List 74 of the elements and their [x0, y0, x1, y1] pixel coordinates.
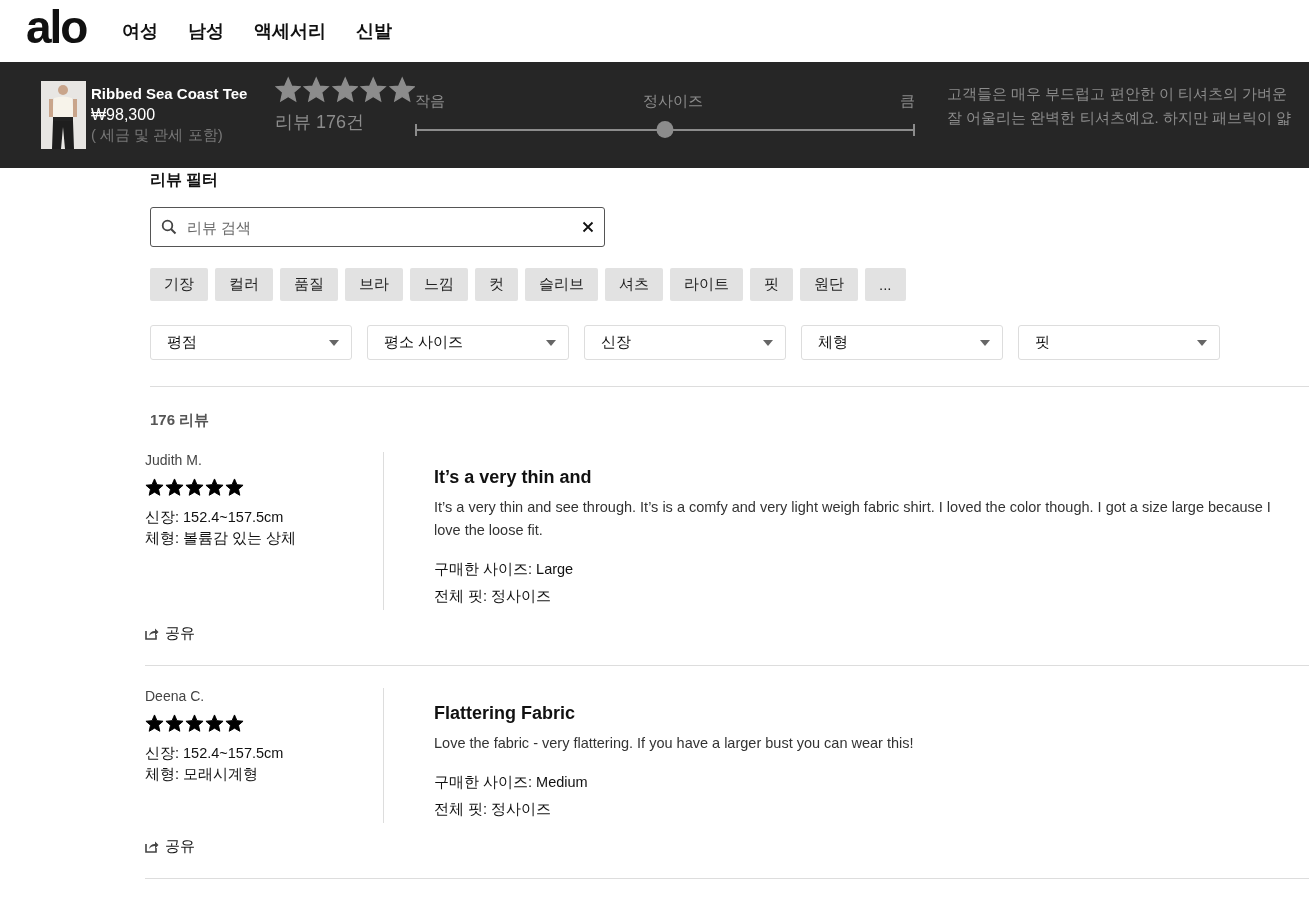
share-button[interactable]: 공유: [145, 624, 195, 643]
star-icon: [225, 714, 244, 733]
search-field[interactable]: 리뷰 검색: [150, 207, 605, 247]
filter-dropdown[interactable]: 평점: [150, 325, 352, 360]
filter-dropdown[interactable]: 신장: [584, 325, 786, 360]
nav-link[interactable]: 신발: [356, 19, 393, 43]
star-icon: [360, 76, 387, 104]
share-button[interactable]: 공유: [145, 837, 195, 856]
reviewer-name: Judith M.: [145, 452, 203, 468]
caret-icon: [546, 339, 556, 346]
reviewer-detail: 체형: 볼륨감 있는 상체: [145, 529, 298, 548]
star-icon: [185, 478, 204, 497]
star-icon: [225, 478, 244, 497]
filter-dropdown[interactable]: 체형: [801, 325, 1003, 360]
filter-heading: 리뷰 필터: [150, 170, 220, 190]
review-title: Flattering Fabric: [434, 703, 577, 724]
logo[interactable]: alo: [26, 4, 87, 50]
review-total: 176 리뷰: [150, 411, 211, 430]
star-icon: [205, 714, 224, 733]
reviewer-detail: 체형: 모래시계형: [145, 765, 260, 784]
filter-tag[interactable]: 느낌: [410, 268, 468, 301]
filter-tag[interactable]: 컬러: [215, 268, 273, 301]
filter-tag[interactable]: 기장: [150, 268, 208, 301]
filter-tag[interactable]: 품질: [280, 268, 338, 301]
summary-text: 고객들은 매우 부드럽고 편안한 이 티셔츠의 가벼운: [947, 84, 1288, 104]
star-icon: [205, 478, 224, 497]
star-icon: [275, 76, 302, 104]
caret-icon: [329, 339, 339, 346]
overall-fit: 전체 핏: 정사이즈: [434, 587, 553, 606]
review-title: It’s a very thin and: [434, 467, 593, 488]
star-icon: [331, 76, 359, 104]
filter-tag[interactable]: 브라: [345, 268, 403, 301]
reviewer-detail: 신장: 152.4~157.5cm: [145, 744, 285, 763]
star-icon: [145, 478, 164, 497]
purchased-size: 구매한 사이즈: Large: [434, 560, 575, 579]
caret-icon: [980, 339, 990, 346]
product-price: ₩98,300: [91, 106, 156, 124]
filter-tag[interactable]: 셔츠: [605, 268, 663, 301]
tax-note: ( 세금 및 관세 포함): [91, 126, 223, 145]
close-icon[interactable]: [580, 219, 596, 235]
summary-text: 잘 어울리는 완벽한 티셔츠예요. 하지만 패브릭이 얇: [947, 108, 1292, 128]
nav-link[interactable]: 남성: [188, 19, 225, 43]
star-icon: [185, 714, 204, 733]
review-text: Love the fabric - very flattering. If you have a larger bust you can wear this!: [434, 734, 915, 753]
star-icon: [388, 76, 416, 104]
purchased-size: 구매한 사이즈: Medium: [434, 773, 589, 792]
filter-tag[interactable]: 핏: [750, 268, 793, 301]
share-icon: [145, 840, 159, 853]
nav-link[interactable]: 액세서리: [254, 19, 327, 43]
caret-icon: [1197, 339, 1207, 346]
fit-label: 정사이즈: [642, 92, 703, 111]
filter-tag[interactable]: 라이트: [670, 268, 743, 301]
share-icon: [145, 627, 159, 640]
nav-link[interactable]: 여성: [122, 19, 159, 43]
caret-icon: [763, 339, 773, 346]
review-text: It’s a very thin and see through. It’s is a comfy and very light weigh fabric shirt. I loved the color though. I got a size large because I love the loose fit.: [434, 498, 1272, 540]
filter-tag[interactable]: 슬리브: [525, 268, 598, 301]
star-icon: [165, 478, 184, 497]
star-icon: [165, 714, 184, 733]
search-icon: [161, 219, 177, 235]
filter-tag[interactable]: 원단: [800, 268, 858, 301]
fit-label: 작음: [415, 92, 445, 111]
filter-tag[interactable]: 컷: [475, 268, 518, 301]
overall-fit: 전체 핏: 정사이즈: [434, 800, 553, 819]
product-title: Ribbed Sea Coast Tee: [91, 85, 248, 102]
filter-dropdown[interactable]: 핏: [1018, 325, 1220, 360]
reviewer-name: Deena C.: [145, 688, 206, 704]
filter-dropdown[interactable]: 평소 사이즈: [367, 325, 569, 360]
star-icon: [145, 714, 164, 733]
filter-tag[interactable]: ...: [865, 268, 906, 301]
reviewer-detail: 신장: 152.4~157.5cm: [145, 508, 285, 527]
review-count: 리뷰 176건: [275, 111, 366, 134]
fit-label: 큼: [900, 92, 915, 111]
star-icon: [303, 76, 330, 104]
